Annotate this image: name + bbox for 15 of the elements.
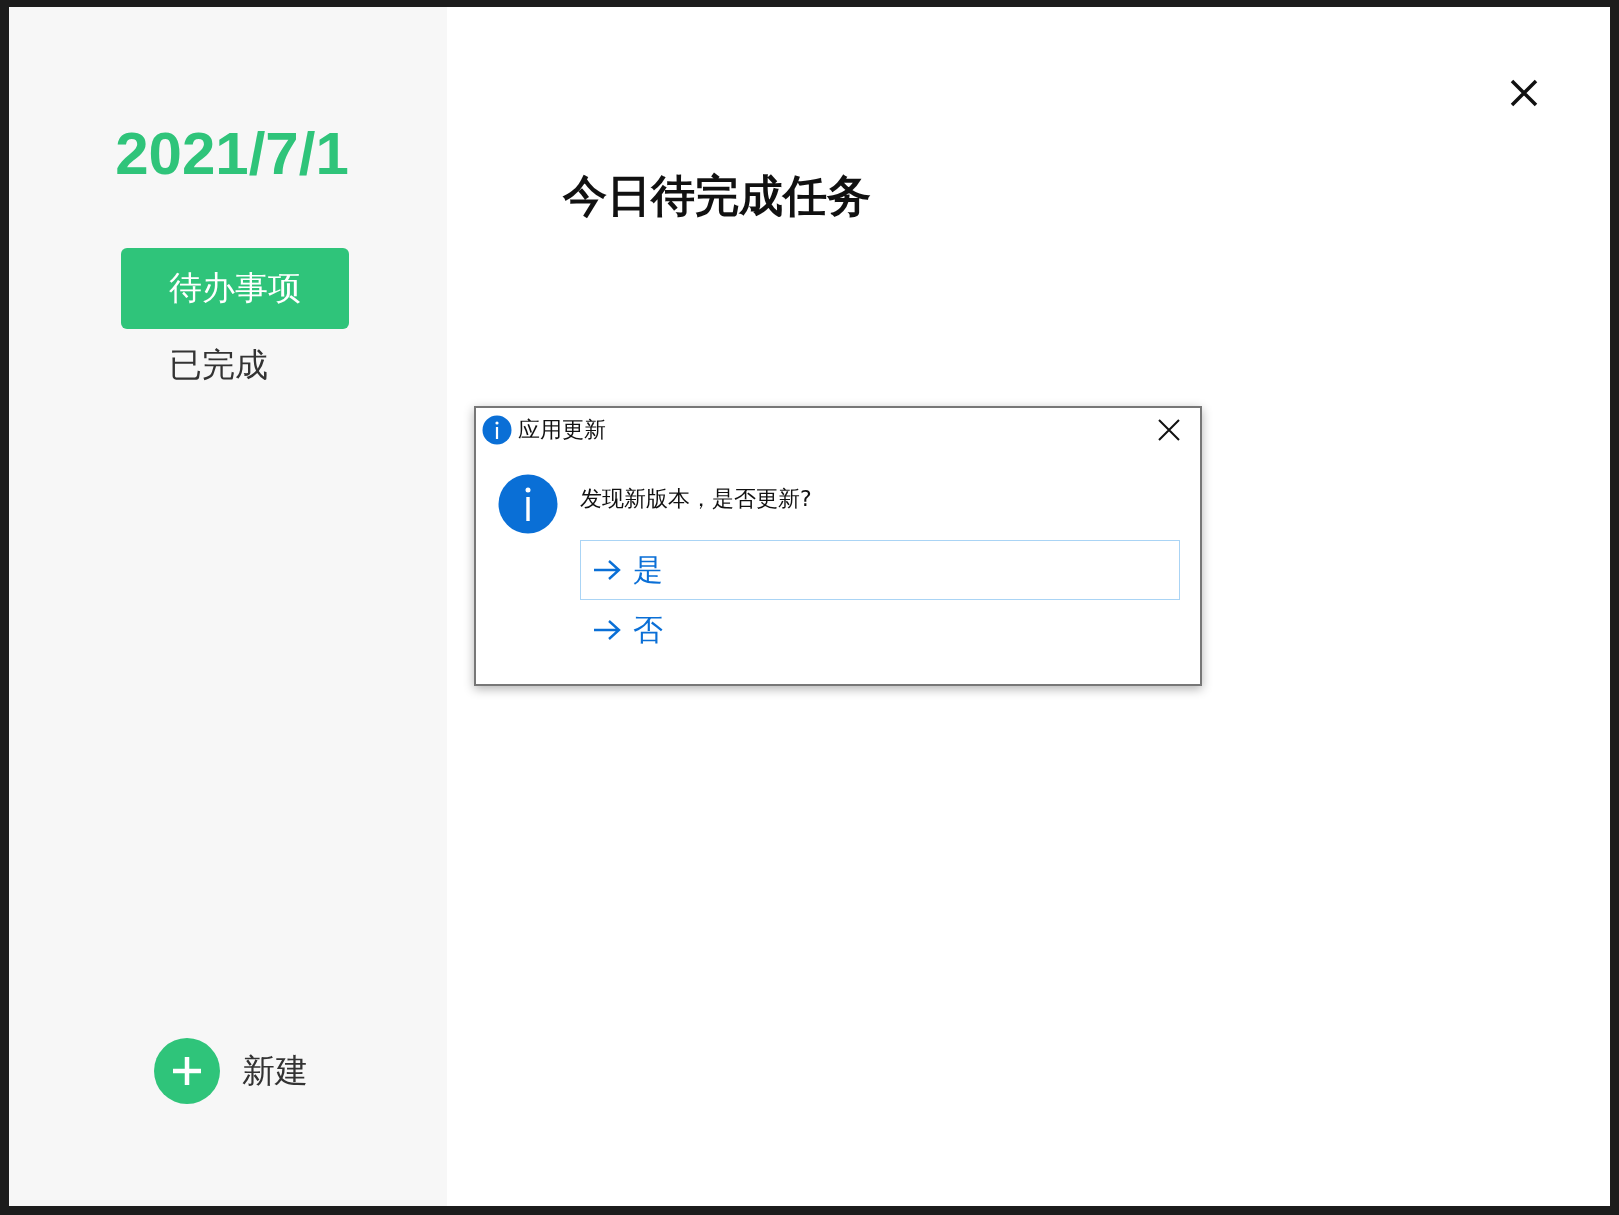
page-title: 今日待完成任务 — [563, 169, 872, 223]
info-icon — [482, 415, 512, 445]
option-button[interactable]: 否 — [580, 600, 1180, 660]
arrow-icon — [593, 559, 621, 581]
new-button[interactable]: 新建 — [154, 1038, 308, 1104]
arrow-icon — [593, 619, 621, 641]
close-icon[interactable] — [1508, 77, 1540, 109]
date-label: 2021/7/1 — [115, 119, 349, 188]
dialog-message: 发现新版本，是否更新? — [580, 485, 813, 513]
nav-item[interactable]: 已完成 — [168, 343, 268, 388]
option-button[interactable]: 是 — [580, 540, 1180, 600]
plus-icon — [154, 1038, 220, 1104]
info-icon — [498, 474, 558, 534]
dialog-title: 应用更新 — [518, 416, 606, 444]
close-icon[interactable] — [1158, 419, 1180, 441]
